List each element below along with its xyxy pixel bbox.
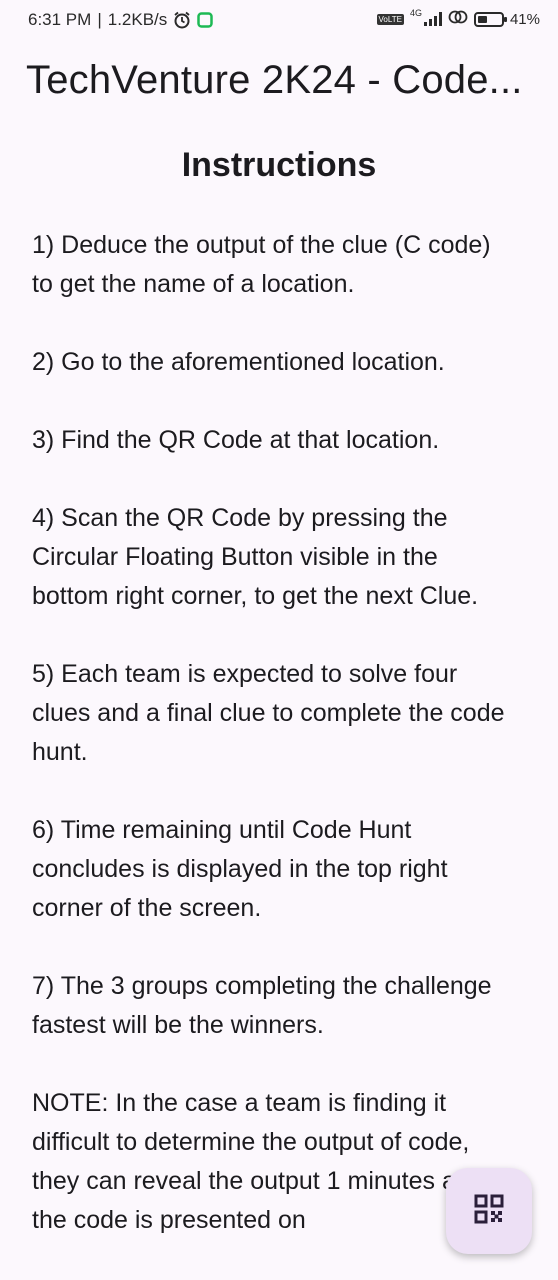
app-title: TechVenture 2K24 - Code... [26,58,523,102]
instruction-item: 6) Time remaining until Code Hunt conclu… [32,816,448,922]
network-speed: 1.2KB/s [107,10,168,29]
signal-icon [423,12,442,26]
volte-badge: VoLTE [376,13,404,25]
scan-qr-button[interactable] [446,1168,532,1254]
notification-app-icon [197,12,214,28]
instruction-item: 1) Deduce the output of the clue (C code… [32,231,491,298]
status-left: 6:31 PM | 1.2KB/s [28,10,214,30]
qr-code-icon [474,1194,504,1229]
instruction-item: 7) The 3 groups completing the challenge… [32,972,492,1039]
network-type: 4G [409,8,422,18]
sync-icon [448,9,468,29]
page-heading: Instructions [181,146,377,184]
battery-percent: 41% [509,10,540,28]
status-separator: | [97,10,102,29]
instruction-item: 2) Go to the aforementioned location. [32,348,445,376]
instruction-item: 4) Scan the QR Code by pressing the Circ… [32,504,479,610]
instructions-list: 1) Deduce the output of the clue (C code… [32,226,518,1279]
instruction-item: 3) Find the QR Code at that location. [32,426,440,454]
alarm-icon [173,11,191,29]
status-time: 6:31 PM [28,10,92,29]
screen: 6:31 PM | 1.2KB/s VoLTE 4G 41% TechVentu… [0,0,558,1280]
status-bar: 6:31 PM | 1.2KB/s VoLTE 4G 41% [0,0,558,40]
battery-icon [473,11,507,27]
instruction-item: 5) Each team is expected to solve four c… [32,660,505,766]
status-right: VoLTE 4G 41% [376,8,540,29]
